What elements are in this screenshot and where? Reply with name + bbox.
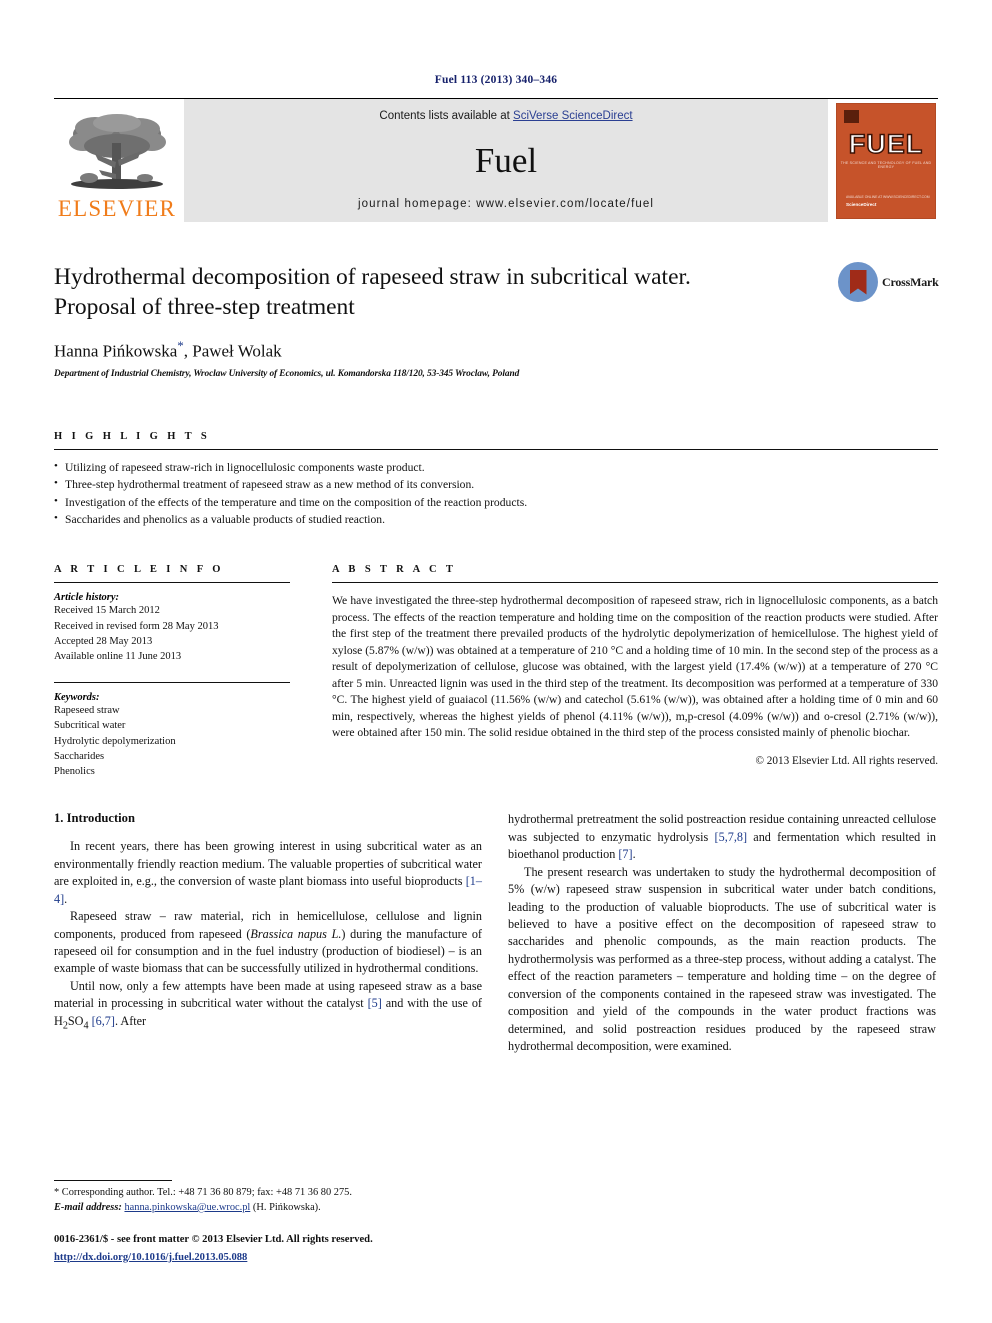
article-info-column: A R T I C L E I N F O Article history: R…: [54, 564, 290, 779]
issn-line: 0016-2361/$ - see front matter © 2013 El…: [54, 1233, 373, 1245]
paragraph: The present research was undertaken to s…: [508, 864, 936, 1054]
paragraph: Rapeseed straw – raw material, rich in h…: [54, 909, 482, 976]
list-item: Investigation of the effects of the temp…: [54, 493, 938, 511]
list-item: Three-step hydrothermal treatment of rap…: [54, 475, 938, 493]
article-info-heading: A R T I C L E I N F O: [54, 564, 224, 576]
email-note: E-mail address: hanna.pinkowska@ue.wroc.…: [54, 1201, 482, 1216]
fuel-cover-image: FUEL THE SCIENCE AND TECHNOLOGY OF FUEL …: [836, 102, 936, 219]
author-secondary: , Paweł Wolak: [183, 341, 282, 361]
elsevier-wordmark: ELSEVIER: [57, 196, 177, 221]
section-heading-introduction: 1. Introduction: [54, 811, 135, 826]
keyword-item: Phenolics: [54, 766, 95, 778]
citation-ref[interactable]: [5]: [368, 996, 382, 1010]
footnote-rule: [54, 1180, 172, 1182]
article-history-list: Received 15 March 2012 Received in revis…: [54, 603, 290, 664]
email-suffix: (H. Pińkowska).: [252, 1201, 321, 1213]
author-primary: Hanna Pińkowska: [54, 341, 178, 361]
journal-banner: Contents lists available at SciVerse Sci…: [184, 99, 828, 222]
contents-available-line: Contents lists available at SciVerse Sci…: [379, 110, 632, 122]
crossmark-icon: [838, 262, 878, 302]
keyword-item: Hydrolytic depolymerization: [54, 735, 176, 747]
info-abstract-section: A R T I C L E I N F O Article history: R…: [54, 564, 938, 779]
keyword-item: Subcritical water: [54, 720, 126, 732]
keyword-item: Saccharides: [54, 750, 105, 762]
highlights-section: H I G H L I G H T S Utilizing of rapesee…: [54, 431, 938, 529]
crossmark-badge[interactable]: CrossMark: [838, 256, 939, 308]
article-history-label: Article history:: [54, 592, 120, 604]
body-columns: 1. Introduction In recent years, there h…: [54, 811, 938, 1055]
abstract-rule: [332, 582, 938, 584]
cover-footer: AVAILABLE ONLINE AT WWW.SCIENCEDIRECT.CO…: [846, 194, 930, 209]
elsevier-mini-logo-icon: [844, 109, 859, 123]
paragraph: Until now, only a few attempts have been…: [54, 978, 482, 1032]
abstract-heading: A B S T R A C T: [332, 564, 457, 576]
paragraph: In recent years, there has been growing …: [54, 839, 482, 906]
sciencedirect-link[interactable]: SciVerse ScienceDirect: [513, 110, 633, 122]
title-block: CrossMark Hydrothermal decomposition of …: [54, 262, 939, 379]
keywords-label: Keywords:: [54, 692, 100, 704]
article-page: Fuel 113 (2013) 340–346 ELSEVIER Content…: [0, 0, 992, 1323]
body-column-right: hydrothermal pretreatment the solid post…: [508, 811, 936, 1055]
affiliation: Department of Industrial Chemistry, Wroc…: [54, 368, 520, 379]
keywords-list: Rapeseed straw Subcritical water Hydroly…: [54, 703, 290, 779]
doi-link[interactable]: http://dx.doi.org/10.1016/j.fuel.2013.05…: [54, 1252, 247, 1263]
running-head: Fuel 113 (2013) 340–346: [434, 74, 558, 86]
journal-homepage[interactable]: journal homepage: www.elsevier.com/locat…: [358, 198, 654, 210]
cover-footer-small: AVAILABLE ONLINE AT WWW.SCIENCEDIRECT.CO…: [846, 195, 930, 200]
contents-prefix: Contents lists available at: [379, 110, 514, 122]
citation-ref[interactable]: [1–4]: [54, 874, 482, 905]
species-name: Brassica napus L.: [250, 926, 342, 941]
article-info-rule: [54, 582, 290, 584]
corresponding-author-note: * Corresponding author. Tel.: +48 71 36 …: [54, 1187, 352, 1199]
crossmark-bookmark-icon: [849, 269, 867, 295]
elsevier-logo: ELSEVIER: [54, 99, 180, 222]
highlights-rule: [54, 448, 938, 450]
title-line-2: Proposal of three-step treatment: [54, 294, 355, 321]
abstract-copyright: © 2013 Elsevier Ltd. All rights reserved…: [755, 755, 939, 768]
highlights-heading: H I G H L I G H T S: [54, 430, 211, 442]
page-title: Hydrothermal decomposition of rapeseed s…: [54, 262, 774, 322]
crossmark-label: CrossMark: [882, 274, 939, 289]
cover-title: FUEL: [848, 128, 924, 159]
email-link[interactable]: hanna.pinkowska@ue.wroc.pl: [124, 1202, 250, 1213]
cover-footer-brand: ScienceDirect: [846, 201, 877, 207]
cover-subtitle: THE SCIENCE AND TECHNOLOGY OF FUEL AND E…: [840, 160, 932, 169]
journal-title: Fuel: [474, 140, 538, 180]
elsevier-tree-icon: [69, 114, 166, 189]
history-item: Received 15 March 2012: [54, 605, 160, 617]
list-item: Saccharides and phenolics as a valuable …: [54, 510, 938, 528]
citation-ref[interactable]: [5,7,8]: [715, 830, 748, 844]
list-item: Utilizing of rapeseed straw-rich in lign…: [54, 458, 938, 476]
body-column-left: 1. Introduction In recent years, there h…: [54, 811, 482, 1055]
journal-masthead: ELSEVIER Contents lists available at Sci…: [54, 98, 938, 222]
keywords-rule: [54, 682, 290, 684]
journal-cover: FUEL THE SCIENCE AND TECHNOLOGY OF FUEL …: [834, 99, 938, 222]
highlights-list: Utilizing of rapeseed straw-rich in lign…: [54, 458, 938, 529]
paragraph: hydrothermal pretreatment the solid post…: [508, 812, 936, 862]
history-item: Received in revised form 28 May 2013: [54, 620, 219, 632]
abstract-text: We have investigated the three-step hydr…: [332, 594, 938, 739]
history-item: Available online 11 June 2013: [54, 651, 182, 663]
title-line-1: Hydrothermal decomposition of rapeseed s…: [54, 264, 691, 290]
keyword-item: Rapeseed straw: [54, 705, 120, 717]
author-list: Hanna Pińkowska*, Paweł Wolak: [54, 338, 938, 362]
citation-ref[interactable]: [7]: [618, 847, 632, 861]
email-label: E-mail address:: [54, 1201, 122, 1213]
citation-ref[interactable]: [6,7]: [92, 1014, 115, 1028]
abstract-column: A B S T R A C T We have investigated the…: [332, 564, 938, 779]
page-footer: * Corresponding author. Tel.: +48 71 36 …: [54, 1180, 482, 1265]
keywords-block: Keywords: Rapeseed straw Subcritical wat…: [54, 682, 290, 779]
history-item: Accepted 28 May 2013: [54, 635, 153, 647]
